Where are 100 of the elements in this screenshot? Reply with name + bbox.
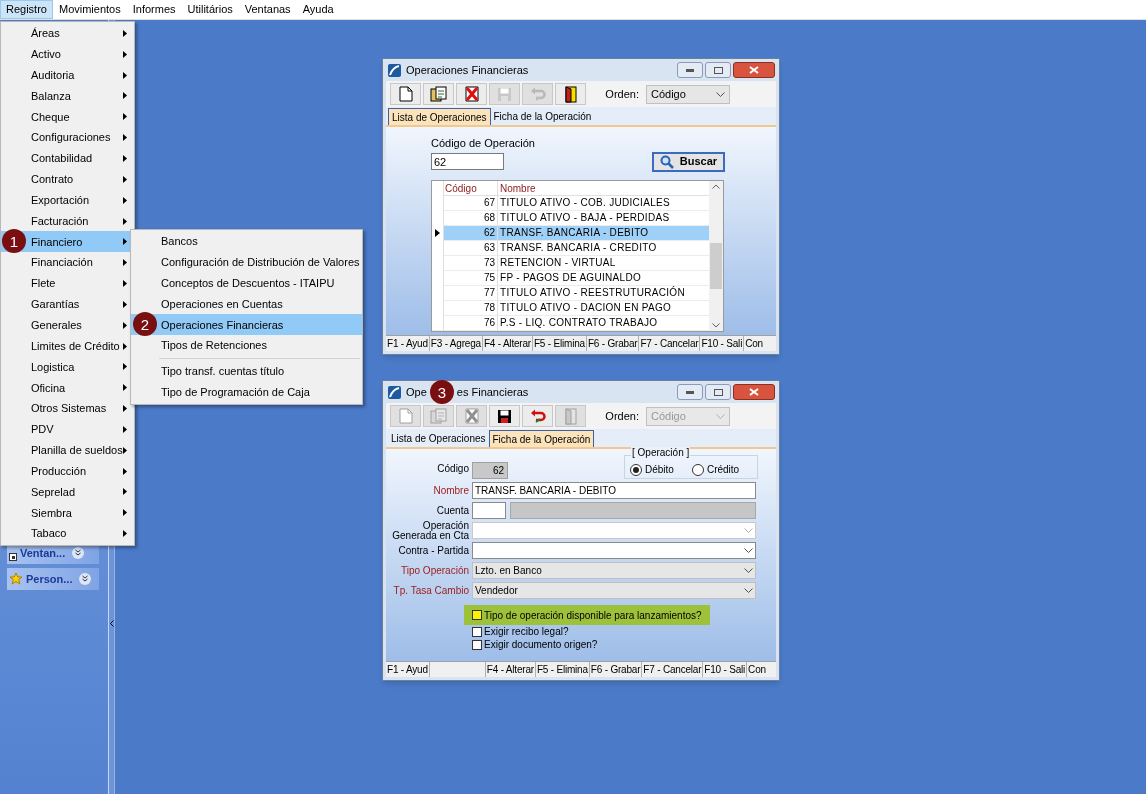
menu-item[interactable]: PDV (1, 419, 134, 440)
table-cell-text: TITULO ATIVO - REESTRUTURACIÓN (499, 285, 685, 300)
checkbox-option[interactable]: Exigir documento origen? (464, 638, 606, 651)
checkbox-option[interactable]: Tipo de operación disponible para lanzamientos? (464, 605, 710, 625)
submenu-arrow-icon (123, 363, 127, 371)
maximize-button[interactable] (705, 62, 731, 78)
minimize-button[interactable] (677, 384, 703, 400)
menu-item[interactable]: Facturación (1, 210, 134, 232)
order-label: Orden: (605, 86, 639, 102)
menu-item[interactable]: Planilla de sueldos (1, 439, 134, 461)
submenu-arrow-icon (123, 71, 127, 79)
menu-item[interactable]: Producción (1, 460, 134, 482)
step-callout: 3 (429, 380, 454, 404)
menu-item[interactable]: Oficina (1, 377, 134, 399)
menu-item[interactable]: Conceptos de Descuentos - ITAIPU (131, 272, 362, 294)
menu-item[interactable]: Tipo transf. cuentas título (131, 361, 362, 382)
menu-item[interactable]: Garantías (1, 293, 134, 315)
menu-item[interactable]: Seprelad (1, 481, 134, 503)
menu-item[interactable]: Cheque (1, 106, 134, 128)
menu-item[interactable]: Activo (1, 43, 134, 65)
submenu-arrow-icon (123, 196, 127, 204)
menu-item[interactable]: Logistica (1, 356, 134, 378)
menu-item[interactable]: Limites de Crédito (1, 335, 134, 357)
scroll-down-icon[interactable] (712, 322, 720, 328)
tab[interactable]: Lista de Operaciones (388, 108, 491, 125)
table-cell: 62 (444, 225, 498, 240)
menu-item[interactable]: Tipo de Programación de Caja (131, 381, 362, 403)
menu-bar-item[interactable]: Movimientos (52, 0, 127, 19)
tab[interactable]: Ficha de la Operación (488, 430, 595, 447)
menu-item[interactable]: Auditoria (1, 64, 134, 86)
radio-button[interactable] (691, 463, 704, 476)
menu-bar-item[interactable]: Informes (126, 0, 182, 19)
menu-item[interactable]: Tabaco (1, 523, 134, 545)
menu-item[interactable]: Operaciones en Cuentas (131, 293, 362, 315)
menu-item[interactable]: Contrato (1, 168, 134, 190)
dropdown-field[interactable]: Lzto. en Banco (472, 562, 756, 579)
menu-item[interactable]: Bancos (131, 231, 362, 252)
radio-option[interactable]: Débito (630, 462, 682, 477)
menu-item[interactable]: Exportación (1, 189, 134, 211)
table-cell-text: TITULO ATIVO - COB. JUDICIALES (499, 196, 670, 210)
account-code-field[interactable] (472, 502, 506, 519)
menu-item[interactable]: Áreas (1, 23, 134, 44)
function-key-hint: F5 - Elimina (532, 336, 587, 351)
menu-item[interactable]: Financiación (1, 252, 134, 274)
menu-bar-item[interactable]: Ayuda (296, 0, 340, 19)
menu-item[interactable]: Configuración de Distribución de Valores (131, 251, 362, 273)
maximize-icon (713, 66, 723, 74)
copy-document-icon (429, 85, 448, 103)
menu-bar-item[interactable]: Ventanas (238, 0, 297, 19)
checkbox-option[interactable]: Exigir recibo legal? (464, 625, 577, 638)
menu-bar-item[interactable]: Registro (0, 0, 53, 19)
menu-item[interactable]: Contabilidad (1, 148, 134, 169)
dropdown-field[interactable]: Vendedor (472, 582, 756, 599)
menu-item[interactable]: Balanza (1, 85, 134, 107)
menu-item[interactable]: Otros Sistemas (1, 398, 134, 420)
checkbox[interactable] (472, 639, 482, 650)
search-button[interactable]: Buscar (652, 151, 725, 172)
order-select[interactable]: Código (646, 84, 730, 104)
window-title: es Financieras (456, 384, 529, 400)
menu-item[interactable]: Tipos de Retenciones (131, 335, 362, 357)
close-button[interactable] (733, 62, 775, 78)
tab[interactable]: Lista de Operaciones (388, 430, 489, 447)
checkbox[interactable] (472, 626, 482, 637)
menu-item[interactable]: Flete (1, 273, 134, 294)
toolbar-button[interactable] (423, 83, 454, 105)
function-key-hint: F1 - Ayud (386, 336, 430, 351)
minimize-button[interactable] (677, 62, 703, 78)
submenu-arrow-icon (123, 342, 127, 350)
vertical-scrollbar[interactable] (709, 180, 723, 331)
function-key-hint: F7 - Cancelar (639, 336, 701, 351)
radio-option[interactable]: Crédito (691, 462, 748, 477)
radio-button[interactable] (630, 463, 642, 476)
tab[interactable]: Ficha de la Operación (490, 108, 595, 125)
menu-bar-item[interactable]: Utilitários (181, 0, 239, 19)
sidebar-panel[interactable]: Person... (7, 568, 99, 590)
toolbar-button[interactable] (555, 83, 586, 105)
checkbox[interactable] (472, 610, 482, 620)
search-field[interactable]: 62 (431, 153, 504, 170)
table-cell-text: TITULO ATIVO - BAJA - PERDIDAS (499, 211, 670, 225)
new-document-icon (398, 408, 413, 424)
search-icon (659, 154, 674, 169)
scroll-up-icon[interactable] (712, 183, 720, 189)
toolbar-button[interactable] (489, 405, 520, 427)
menu-item[interactable]: 2 Operaciones Financieras (131, 314, 362, 336)
menu-item[interactable]: Generales (1, 314, 134, 336)
minimize-icon (686, 390, 694, 394)
expand-chevron-icon (79, 573, 92, 585)
menu-item[interactable]: Configuraciones (1, 127, 134, 149)
group-title: [ Operación ] (631, 447, 691, 458)
field-label: Tp. Tasa Cambio (392, 585, 470, 596)
close-button[interactable] (733, 384, 775, 400)
name-field[interactable]: TRANSF. BANCARIA - DEBITO (472, 482, 756, 499)
menu-item[interactable]: Siembra (1, 502, 134, 524)
dropdown-chevron-icon (744, 568, 753, 573)
submenu-arrow-icon (123, 50, 127, 58)
account-name-field[interactable] (510, 502, 756, 519)
maximize-button[interactable] (705, 384, 731, 400)
code-field[interactable]: 62 (472, 462, 508, 479)
field-label: Código (436, 462, 470, 476)
dropdown-field[interactable] (472, 542, 756, 559)
